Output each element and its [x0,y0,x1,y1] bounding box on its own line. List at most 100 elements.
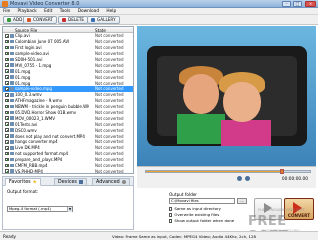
row-checkbox[interactable] [5,75,9,79]
row-checkbox[interactable] [5,69,9,73]
menu-playback[interactable]: Playback [15,8,40,15]
video-file-icon [10,34,14,38]
show-folder-label: Show output folder when done [174,218,235,223]
close-button[interactable]: × [305,1,316,7]
delete-button[interactable]: DELETE [58,16,89,24]
row-checkbox[interactable] [5,116,9,121]
file-name: does not play and not convert.MP4 [15,133,85,139]
row-checkbox[interactable] [5,63,9,68]
seek-bar[interactable] [145,169,311,174]
row-checkbox[interactable] [5,104,9,109]
same-as-input-checkbox[interactable] [169,207,173,211]
stop-icon[interactable] [245,176,250,181]
file-name: NBWM - trickle in penguin bubble.WMV [15,104,89,110]
output-format-label: Output format: [7,189,39,194]
seek-bar-fill [146,171,283,172]
row-checkbox[interactable] [5,122,9,126]
minimize-button[interactable]: – [282,1,291,7]
row-checkbox[interactable] [5,51,9,56]
output-folder-panel: Output folder C:\Movavi files ... Same a… [137,190,249,230]
row-checkbox[interactable] [5,140,9,144]
video-preview[interactable] [137,26,316,166]
gallery-button[interactable]: GALLERY [87,16,120,24]
source-file-column-header[interactable]: Source File [15,28,37,33]
file-state: Not converted [95,121,124,127]
watermark-caption: ENEDIANENAME FREE SOFT [258,208,305,212]
video-file-icon [10,39,14,44]
file-name: SD0H-501.avi [15,56,43,62]
file-state: Not converted [95,45,124,51]
row-checkbox[interactable] [5,57,9,62]
file-state: Not converted [95,98,124,104]
browse-button[interactable]: ... [237,198,247,204]
overwrite-checkbox[interactable] [169,213,173,217]
row-checkbox[interactable] [5,39,9,44]
menu-download[interactable]: Download [75,8,102,15]
option-overwrite[interactable]: Overwrite existing files [169,212,219,217]
row-checkbox[interactable] [5,134,9,138]
menu-help[interactable]: Help [103,8,119,15]
tab-advanced[interactable]: Advanced [92,178,130,186]
convert-icon [27,18,31,22]
row-checkbox[interactable] [5,169,9,173]
video-file-icon [10,92,14,97]
media-info-text: Video: Frame Same as input, Codec: MPEG4… [112,234,256,239]
plus-icon [7,18,11,22]
row-checkbox[interactable] [5,110,9,115]
file-name: sample-video.avi [15,51,49,57]
output-format-value: Mpeg-4 format (.mp4) [9,206,51,211]
state-column-header[interactable]: State [95,28,106,33]
video-file-icon [10,110,14,115]
tab-favorites[interactable]: Favorites [5,178,41,186]
seek-handle[interactable] [280,169,285,174]
row-checkbox[interactable] [5,128,9,132]
delete-button-label: DELETE [68,17,85,22]
row-checkbox[interactable] [5,98,9,103]
row-checkbox[interactable] [5,34,9,38]
file-state: Not converted [95,162,124,168]
video-file-icon [10,169,14,173]
file-name: 05.DVD.Horror Show 01B.wmv [15,109,77,115]
format-panel: Output format: Mpeg-4 format (.mp4) ▼ [2,186,134,230]
table-row[interactable]: VS.PHHD-MP4 Not converted [3,168,133,173]
output-folder-input[interactable]: C:\Movavi files [169,198,235,204]
row-checkbox[interactable] [5,145,9,150]
play-icon[interactable] [237,176,242,181]
file-name: hangs converter.mp4 [15,139,58,145]
video-file-icon [10,134,14,138]
status-bar: Ready Video: Frame Same as input, Codec:… [0,231,318,240]
menu-file[interactable]: File [0,8,13,15]
menu-tools[interactable]: Tools [57,8,74,15]
file-name: 100_0.3.wmv [15,92,42,98]
row-checkbox[interactable] [5,81,9,85]
row-checkbox[interactable] [5,151,9,156]
file-name: 01.mpg [15,68,31,74]
file-state: Not converted [95,62,124,68]
row-checkbox[interactable] [5,87,9,91]
row-checkbox[interactable] [5,92,9,97]
file-state: Not converted [95,157,124,163]
file-name: not supported format.mp4 [15,151,69,157]
file-state: Not converted [95,68,124,74]
convert-toolbar-button[interactable]: CONVERT [23,16,58,24]
menu-edit[interactable]: Edit [41,8,55,15]
show-folder-checkbox[interactable] [169,219,173,223]
star-icon [32,179,37,184]
gallery-button-label: GALLERY [97,17,116,22]
device-icon [78,179,83,184]
option-same-as-input[interactable]: Same as input directory [169,206,221,211]
file-list[interactable]: Source File State Clip.avi Not converted C… [2,26,134,174]
tab-devices[interactable]: Devices [54,178,87,186]
gear-icon [121,179,126,184]
maximize-button[interactable]: □ [293,1,302,7]
row-checkbox[interactable] [5,163,9,168]
row-checkbox[interactable] [5,157,9,162]
file-state: Not converted [95,39,124,45]
file-state: Not converted [95,133,124,139]
file-state: Not converted [95,51,124,57]
file-state: Not converted [95,109,124,115]
output-format-select[interactable]: Mpeg-4 format (.mp4) ▼ [7,206,73,212]
video-file-icon [10,116,14,121]
row-checkbox[interactable] [5,45,9,50]
option-show-folder[interactable]: Show output folder when done [169,218,234,223]
